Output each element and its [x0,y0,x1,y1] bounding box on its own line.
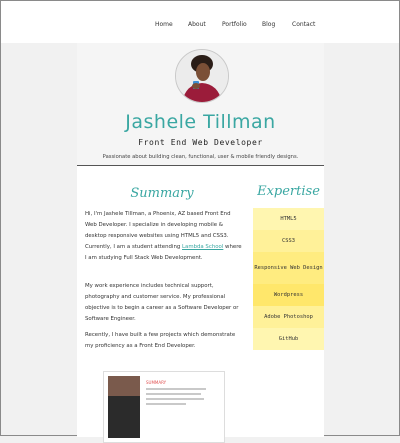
top-nav: Home About Portfolio Blog Contact [1,1,399,43]
nav-about-link[interactable]: About [188,21,206,28]
profile-tagline: Passionate about building clean, functio… [102,154,299,160]
skill-github: GitHub [253,328,324,350]
preview-text-line [146,403,186,405]
preview-text-line [146,398,204,400]
summary-paragraph-2: My work experience includes technical su… [85,283,239,322]
preview-text-line [146,388,206,390]
portfolio-preview-image[interactable]: SUMMARY [103,371,225,443]
skill-wordpress: Wordpress [253,284,324,306]
profile-photo [176,50,228,102]
preview-photo [108,376,140,396]
summary-section: Summary Hi, I'm Jashele Tillman, a Phoen… [77,166,247,443]
nav-blog-link[interactable]: Blog [262,21,275,28]
skill-css3: CSS3 [253,230,324,252]
profile-header: Jashele Tillman Front End Web Developer … [77,43,324,166]
nav-portfolio-link[interactable]: Portfolio [222,21,247,28]
skill-responsive-web-design: Responsive Web Design [253,252,324,284]
expertise-section: Expertise HTML5 CSS3 Responsive Web Desi… [253,180,324,437]
avatar [175,49,229,103]
main-content: Summary Hi, I'm Jashele Tillman, a Phoen… [77,166,324,443]
profile-role: Front End Web Developer [138,138,263,147]
nav-home-link[interactable]: Home [155,21,173,28]
preview-text-line [146,393,201,395]
lambda-school-link[interactable]: Lambda School [182,244,223,250]
summary-heading: Summary [130,186,194,201]
summary-paragraph-3: Recently, I have built a few projects wh… [85,332,236,349]
skill-adobe-photoshop: Adobe Photoshop [253,306,324,328]
expertise-heading: Expertise [257,184,320,199]
preview-summary-title: SUMMARY [146,380,167,385]
summary-paragraph-1: Hi, I'm Jashele Tillman, a Phoenix, AZ b… [85,209,243,264]
profile-name: Jashele Tillman [125,111,276,133]
nav-contact-link[interactable]: Contact [292,21,315,28]
skill-html5: HTML5 [253,208,324,230]
